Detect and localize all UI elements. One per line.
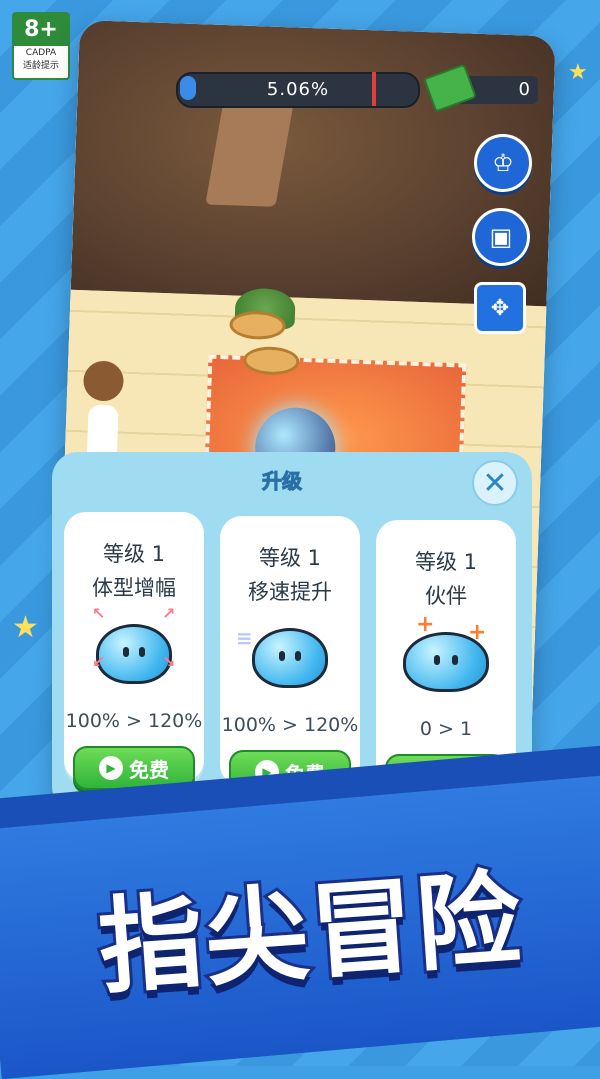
age-rating-badge: 8+ CADPA 适龄提示 [12,12,70,80]
card-name: 体型增幅 [92,576,176,600]
level-progress-bar: 5.06% [176,72,420,108]
plus-icon: + [416,612,435,637]
progress-text: 5.06% [266,79,330,100]
card-level: 等级 1 [258,546,322,570]
free-label: 免费 [129,757,169,782]
close-button[interactable]: ✕ [472,460,518,506]
expand-arrow-icon: ↖ [92,604,106,623]
move-camera-button[interactable]: ✥ [474,282,526,334]
upgrade-title: 升级 [262,469,303,494]
upgrade-card-speed: 等级 1 移速提升 ≡ 100% > 120% ▶ 免费 [220,516,360,794]
card-stat: 100% > 120% [65,710,203,732]
age-rating-value: 8+ [14,14,68,46]
star-decoration-icon: ★ [12,610,39,645]
skin-button[interactable]: ♔ [474,134,532,192]
money-value: 0 [518,79,530,100]
plus-icon: + [468,620,487,645]
star-decoration-icon: ★ [568,60,588,85]
upgrade-card-partner: 等级 1 伙伴 + + 0 > 1 ▶ 免费 [376,520,516,798]
expand-arrow-icon: ↘ [162,652,176,671]
card-name: 伙伴 [425,584,467,608]
crown-face-icon: ♔ [492,149,514,177]
card-name: 移速提升 [248,580,332,604]
play-video-icon: ▶ [99,756,123,780]
card-stat: 0 > 1 [419,718,473,740]
four-arrows-icon: ✥ [490,295,510,321]
card-stat: 100% > 120% [221,714,359,736]
expand-arrow-icon: ↙ [92,652,106,671]
age-rating-note: 适龄提示 [22,61,59,71]
upgrade-card-size: 等级 1 体型增幅 ↖ ↗ ↙ ↘ 100% > 120% ▶ 免费 [64,512,204,790]
age-rating-org: CADPA [25,48,57,58]
card-level: 等级 1 [414,550,478,574]
speed-slime-icon [252,628,328,688]
close-icon: ✕ [482,465,508,501]
money-counter: 0 [423,63,538,113]
size-slime-icon [96,624,172,684]
speed-lines-icon: ≡ [236,626,253,650]
expand-arrow-icon: ↗ [162,604,176,623]
toolbox-icon: ▣ [489,223,513,251]
card-level: 等级 1 [102,542,166,566]
shop-button[interactable]: ▣ [472,208,530,266]
